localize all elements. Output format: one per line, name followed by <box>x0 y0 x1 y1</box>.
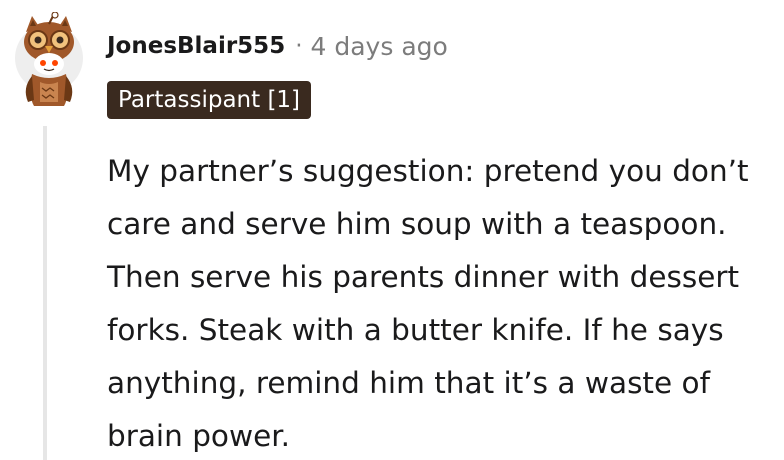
comment-timestamp[interactable]: 4 days ago <box>311 32 448 61</box>
thread-collapse-line[interactable] <box>43 126 47 460</box>
meta-separator: · <box>295 33 303 59</box>
comment-author-username[interactable]: JonesBlair555 <box>107 33 285 59</box>
snoo-owl-avatar-icon <box>15 11 83 106</box>
comment-header: JonesBlair555 · 4 days ago <box>107 26 448 66</box>
user-avatar[interactable] <box>14 11 84 108</box>
user-flair-badge: Partassipant [1] <box>107 81 312 119</box>
comment-body-text: My partner’s suggestion: pretend you don… <box>107 154 749 453</box>
